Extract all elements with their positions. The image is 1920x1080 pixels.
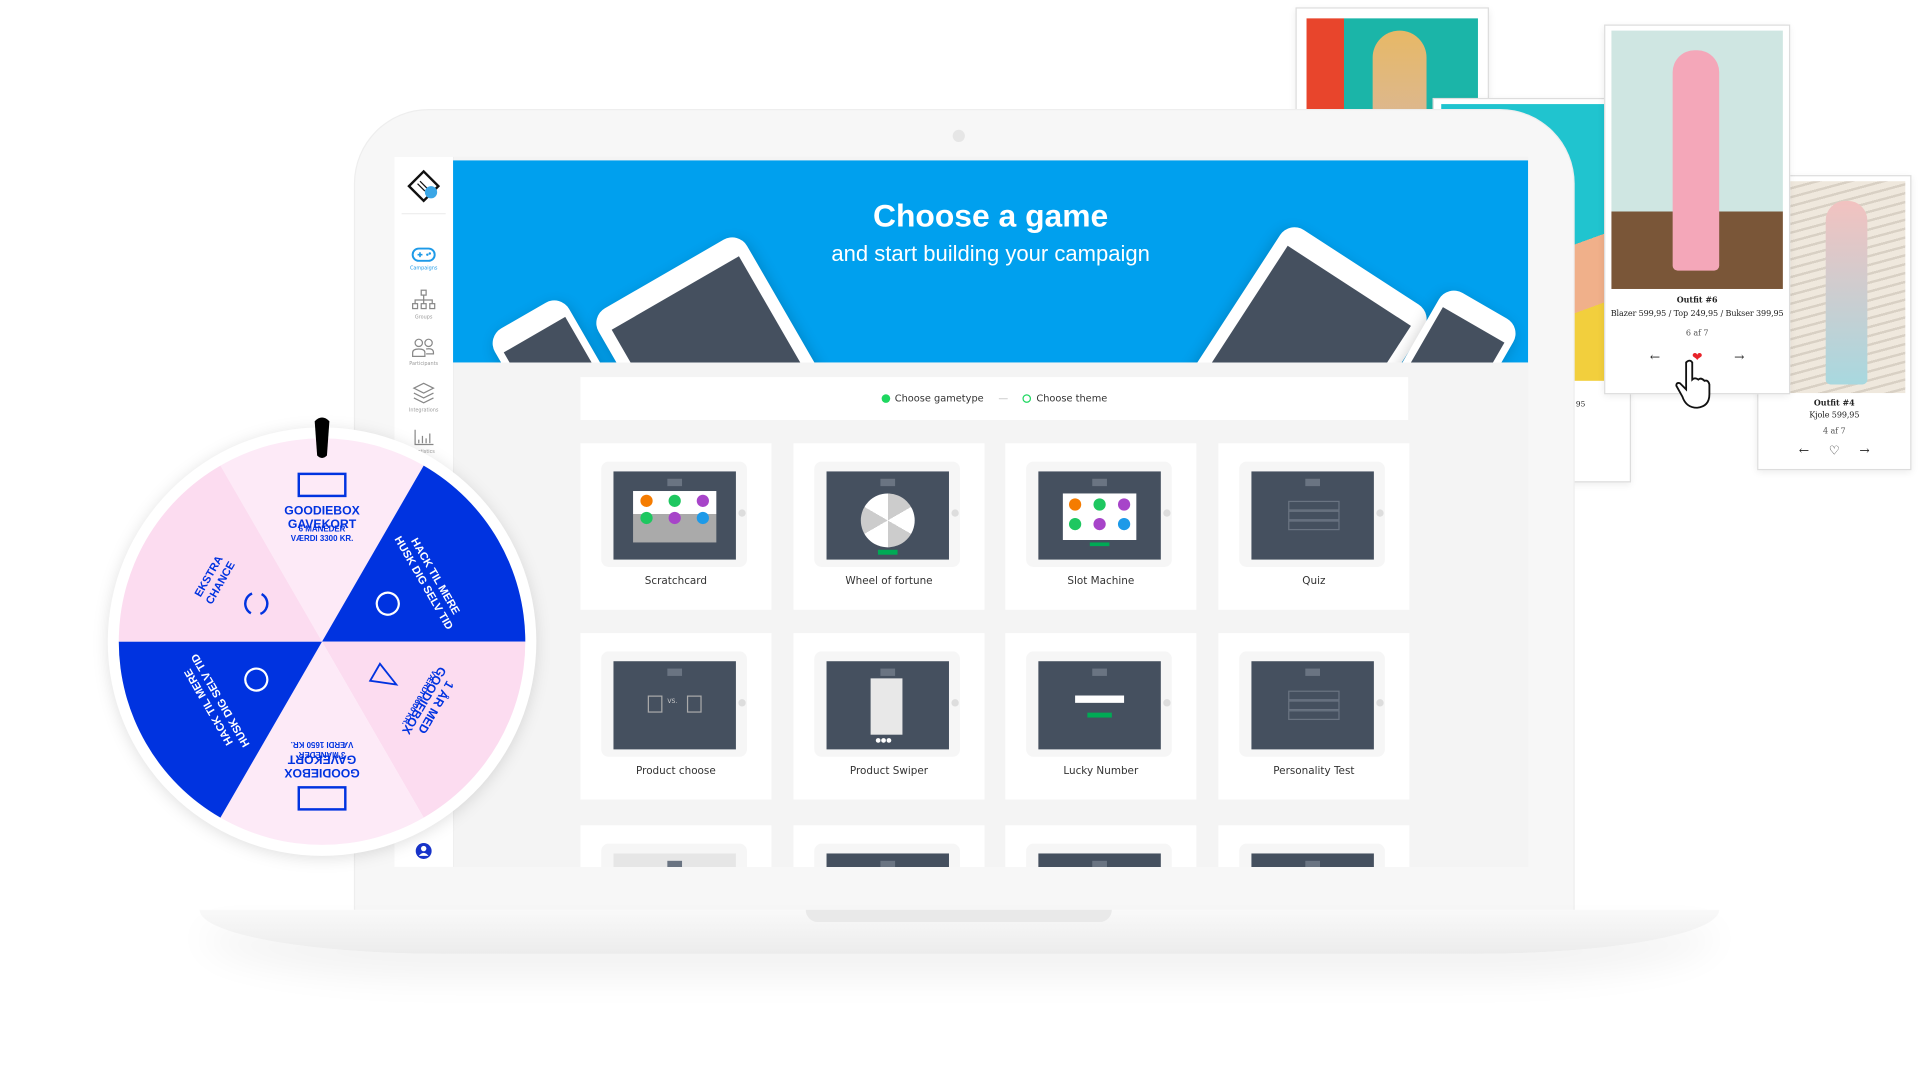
game-card-lucky[interactable]: Lucky Number <box>1005 633 1197 800</box>
prev-arrow-icon[interactable]: ← <box>1650 351 1660 364</box>
outfit-items: Kjole 599,95 <box>1809 410 1860 421</box>
game-name: Quiz <box>1302 575 1326 588</box>
step-gametype[interactable]: Choose gametype <box>881 393 984 405</box>
game-preview <box>814 461 961 567</box>
app-screen: Campaigns Groups Participants Integratio… <box>394 156 1529 867</box>
laptop-notch <box>805 909 1112 923</box>
game-preview <box>601 461 747 567</box>
game-preview <box>1239 461 1385 567</box>
segment-text: GOODIEBOX <box>284 503 360 517</box>
outfit-pager: 6 af 7 <box>1685 328 1709 338</box>
step-theme[interactable]: Choose theme <box>1022 393 1108 405</box>
hand-cursor-icon <box>1675 359 1711 409</box>
game-card-wheel[interactable]: Wheel of fortune <box>793 443 985 610</box>
game-name: Product choose <box>636 765 716 778</box>
outfit-title: Outfit #6 <box>1676 295 1718 305</box>
game-name: Lucky Number <box>1063 765 1139 778</box>
heart-outline-icon[interactable]: ♡ <box>1829 444 1840 457</box>
game-card-scratch[interactable]: Scratchcard <box>580 443 772 610</box>
outfit-pager: 4 af 7 <box>1823 426 1846 436</box>
game-name: Product Swiper <box>849 765 929 778</box>
game-name: Wheel of fortune <box>845 575 933 588</box>
game-preview: ●●● <box>814 651 961 757</box>
stage: 95 Outfit #4 Kjole 599,95 4 af 7 ← ♡ → O… <box>0 0 1920 1080</box>
game-preview <box>1026 843 1172 867</box>
game-card-slot[interactable]: Slot Machine <box>1005 443 1197 610</box>
next-arrow-icon[interactable]: → <box>1734 351 1744 364</box>
page-title: Choose a game <box>872 197 1109 234</box>
step-pending-icon <box>1022 394 1032 403</box>
game-card[interactable] <box>793 825 985 867</box>
segment-text: VÆRDI 3300 KR. <box>291 534 354 543</box>
next-arrow-icon[interactable]: → <box>1859 444 1869 457</box>
game-name: Scratchcard <box>644 575 708 588</box>
prev-arrow-icon[interactable]: ← <box>1799 444 1809 457</box>
game-name: Slot Machine <box>1067 575 1135 588</box>
step-separator: — <box>998 393 1009 405</box>
game-preview <box>814 843 961 867</box>
game-card-swiper[interactable]: ●●● Product Swiper <box>793 633 985 800</box>
segment-text: GOODIEBOX <box>283 766 359 780</box>
wheel-of-fortune: GOODIEBOXGAVEKORT6 MÅNEDERVÆRDI 3300 KR.… <box>107 417 537 856</box>
game-card-quiz[interactable]: Quiz <box>1218 443 1410 610</box>
segment-text: VÆRDI 1650 KR. <box>291 740 354 749</box>
outfit-items: Blazer 599,95 / Top 249,95 / Bukser 399,… <box>1610 308 1784 319</box>
segment-text: 3 MÅNEDER <box>298 750 345 759</box>
outfit-nav: ← ♡ → <box>1758 444 1910 457</box>
game-card[interactable] <box>1218 825 1410 867</box>
game-preview <box>1239 843 1385 867</box>
game-preview <box>1026 651 1172 757</box>
game-preview <box>1239 651 1385 757</box>
game-card[interactable] <box>580 825 772 867</box>
step-label: Choose gametype <box>894 393 984 405</box>
outfit-title: Outfit #4 <box>1813 397 1855 408</box>
game-preview: VS. <box>601 651 747 757</box>
game-name: Personality Test <box>1273 765 1355 778</box>
hero-banner: Choose a game and start building your ca… <box>453 160 1529 363</box>
step-done-icon <box>881 394 890 403</box>
game-card-personality[interactable]: Personality Test <box>1218 633 1410 800</box>
game-card-choose[interactable]: VS. Product choose <box>580 633 772 800</box>
model-figure <box>1825 200 1868 385</box>
game-preview <box>1026 461 1172 567</box>
game-card[interactable] <box>1005 825 1197 867</box>
game-preview <box>601 843 747 867</box>
price-fragment: 95 <box>1575 400 1586 409</box>
camera-dot <box>952 129 965 143</box>
fashion-card-outfit-6: Outfit #6 Blazer 599,95 / Top 249,95 / B… <box>1604 24 1791 395</box>
step-indicator: Choose gametype — Choose theme <box>580 377 1409 421</box>
step-label: Choose theme <box>1036 393 1108 405</box>
laptop-base <box>199 909 1720 954</box>
wheel-pointer[interactable] <box>314 417 330 458</box>
page-subtitle: and start building your campaign <box>831 241 1150 266</box>
model-figure <box>1672 50 1720 271</box>
segment-text: 6 MÅNEDER <box>299 524 346 533</box>
